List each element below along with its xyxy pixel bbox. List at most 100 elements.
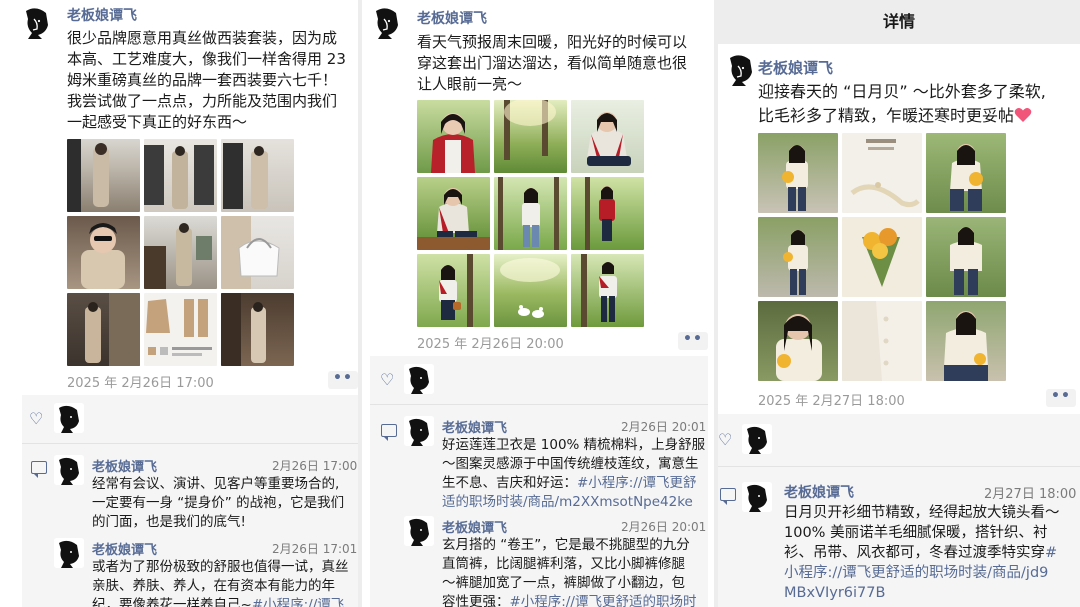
more-dots-icon[interactable]: •• bbox=[1046, 389, 1076, 407]
author-name[interactable]: 老板娘谭飞 bbox=[67, 5, 137, 25]
heart-outline-icon: ♡ bbox=[29, 409, 44, 428]
comment-bubble-icon bbox=[381, 424, 397, 441]
photo[interactable] bbox=[926, 301, 1006, 381]
comment-line: 好运莲莲卫衣是 100% 精梳棉料，上身舒服 bbox=[442, 437, 706, 453]
photo[interactable] bbox=[842, 301, 922, 381]
heart-outline-icon: ♡ bbox=[380, 370, 395, 389]
comment-line: 玄月搭的 “卷王”，它是最不挑腿型的九分 bbox=[442, 537, 690, 553]
more-dots-icon[interactable]: •• bbox=[328, 371, 358, 389]
photo-grid bbox=[417, 100, 644, 327]
comment-line: 直筒裤，比阔腿裤利落，又比小脚裤修腿 bbox=[442, 556, 685, 572]
author-name[interactable]: 老板娘谭飞 bbox=[417, 8, 487, 28]
photo[interactable] bbox=[571, 177, 644, 250]
author-avatar[interactable] bbox=[724, 52, 758, 86]
photo[interactable] bbox=[842, 217, 922, 297]
photo[interactable] bbox=[758, 217, 838, 297]
mini-program-link[interactable]: #小程序://谭飞 bbox=[252, 597, 344, 607]
divider bbox=[370, 404, 708, 405]
right-post: 详情 老板娘谭飞 迎接春天的 “日月贝” ～比外套多了柔软, 比毛衫多了精致，乍… bbox=[718, 0, 1080, 607]
post-timestamp: 2025 年 2月27日 18:00 bbox=[758, 394, 905, 409]
post-text-line: 看天气预报周末回暖，阳光好的时候可以 bbox=[417, 33, 688, 51]
comment-line: 经常有会议、演讲、见客户等重要场合的, bbox=[92, 476, 340, 492]
more-dots-icon[interactable]: •• bbox=[678, 332, 708, 350]
comment-line-text: 生不息、吉庆和好运： bbox=[442, 475, 577, 491]
comment-line: 衫、吊带、风衣都可，冬春过渡季特实穿# bbox=[784, 543, 1080, 563]
commenter-avatar[interactable] bbox=[404, 416, 434, 446]
comment-text: 好运莲莲卫衣是 100% 精梳棉料，上身舒服 ～图案灵感源于中国传统缠枝莲纹，寓… bbox=[442, 436, 708, 512]
post-text-line: 本高、工艺难度大，像我们一样舍得用 23 bbox=[67, 50, 346, 68]
comment-line: 的门面，也是我们的底气! bbox=[92, 514, 246, 530]
comment-time: 2月27日 18:00 bbox=[984, 487, 1077, 502]
comment-author[interactable]: 老板娘谭飞 bbox=[92, 539, 157, 558]
comment-author[interactable]: 老板娘谭飞 bbox=[442, 517, 507, 536]
photo[interactable] bbox=[144, 139, 217, 212]
comment-line: ～裤腿加宽了一点，裤脚做了小翻边，包 bbox=[442, 575, 685, 591]
liker-avatar[interactable] bbox=[54, 403, 84, 433]
pink-heart-icon bbox=[1014, 108, 1032, 122]
mini-program-link[interactable]: # bbox=[1045, 545, 1057, 561]
comment-time: 2月26日 17:00 bbox=[272, 459, 358, 473]
photo[interactable] bbox=[144, 293, 217, 366]
commenter-avatar[interactable] bbox=[742, 482, 772, 512]
photo[interactable] bbox=[758, 301, 838, 381]
comment-time: 2月26日 17:01 bbox=[272, 542, 358, 556]
photo[interactable] bbox=[571, 100, 644, 173]
photo[interactable] bbox=[221, 216, 294, 289]
mini-program-link[interactable]: 小程序://谭飞更舒适的职场时装/商品/jd9 bbox=[784, 563, 1080, 583]
photo[interactable] bbox=[67, 293, 140, 366]
photo[interactable] bbox=[842, 133, 922, 213]
post-text-line: 让人眼前一亮～ bbox=[417, 75, 523, 93]
post-text-line: 很少品牌愿意用真丝做西装套装，因为成 bbox=[67, 29, 338, 47]
commenter-avatar[interactable] bbox=[54, 455, 84, 485]
liker-avatar[interactable] bbox=[742, 424, 772, 454]
comment-line-text: 纪，要像养花一样养自己~ bbox=[92, 597, 252, 607]
photo[interactable] bbox=[417, 100, 490, 173]
photo[interactable] bbox=[494, 100, 567, 173]
post-text-line: 我尝试做了一点点，力所能及范围内我们 bbox=[67, 92, 338, 110]
comment-line: ～图案灵感源于中国传统缠枝莲纹，寓意生 bbox=[442, 456, 699, 472]
comment-line: 亲肤、养肤、养人，在有资本有能力的年 bbox=[92, 578, 335, 594]
mini-program-link[interactable]: #小程序://谭飞更舒适的职场时 bbox=[510, 594, 697, 607]
photo[interactable] bbox=[758, 133, 838, 213]
author-avatar[interactable] bbox=[20, 5, 54, 39]
mini-program-link[interactable]: MBxVIyr6i77B bbox=[784, 583, 1080, 603]
commenter-avatar[interactable] bbox=[404, 516, 434, 546]
liker-avatar[interactable] bbox=[404, 364, 434, 394]
photo[interactable] bbox=[417, 254, 490, 327]
photo[interactable] bbox=[494, 254, 567, 327]
post-text-line: 一起感受下真正的好东西～ bbox=[67, 113, 248, 131]
comment-author[interactable]: 老板娘谭飞 bbox=[442, 417, 507, 436]
photo[interactable] bbox=[67, 139, 140, 212]
post-text: 迎接春天的 “日月贝” ～比外套多了柔软, 比毛衫多了精致，乍暖还寒时更妥帖 bbox=[758, 80, 1076, 128]
comment-bubble-icon bbox=[720, 488, 736, 505]
photo[interactable] bbox=[926, 217, 1006, 297]
heart-outline-icon: ♡ bbox=[718, 430, 733, 449]
comment-time: 2月26日 20:01 bbox=[621, 520, 707, 534]
middle-post: 老板娘谭飞 看天气预报周末回暖，阳光好的时候可以 穿这套出门溜达溜达，看似简单随… bbox=[362, 0, 714, 607]
comment-author[interactable]: 老板娘谭飞 bbox=[92, 456, 157, 475]
moments-screenshot: 老板娘谭飞 很少品牌愿意用真丝做西装套装，因为成 本高、工艺难度大，像我们一样舍… bbox=[0, 0, 1080, 607]
photo[interactable] bbox=[926, 133, 1006, 213]
commenter-avatar[interactable] bbox=[54, 538, 84, 568]
photo[interactable] bbox=[494, 177, 567, 250]
post-text-line: 比毛衫多了精致，乍暖还寒时更妥帖 bbox=[758, 104, 1076, 128]
photo[interactable] bbox=[571, 254, 644, 327]
divider bbox=[718, 466, 1080, 467]
photo[interactable] bbox=[221, 293, 294, 366]
comment-line-text: 衫、吊带、风衣都可，冬春过渡季特实穿 bbox=[784, 545, 1045, 561]
post-text: 看天气预报周末回暖，阳光好的时候可以 穿这套出门溜达溜达，看似简单随意也很 让人… bbox=[417, 32, 709, 95]
photo[interactable] bbox=[417, 177, 490, 250]
photo[interactable] bbox=[144, 216, 217, 289]
comment-author[interactable]: 老板娘谭飞 bbox=[784, 482, 854, 502]
author-avatar[interactable] bbox=[370, 5, 404, 39]
post-text-line: 姆米重磅真丝的品牌一套西装要六七千！ bbox=[67, 71, 338, 89]
post-text: 很少品牌愿意用真丝做西装套装，因为成 本高、工艺难度大，像我们一样舍得用 23 … bbox=[67, 28, 357, 133]
comment-line: 容性更强：#小程序://谭飞更舒适的职场时 bbox=[442, 593, 708, 607]
photo[interactable] bbox=[221, 139, 294, 212]
author-name[interactable]: 老板娘谭飞 bbox=[758, 57, 833, 78]
comment-text: 或者为了那份极致的舒服也值得一试，真丝 亲肤、养肤、养人，在有资本有能力的年 纪… bbox=[92, 558, 356, 607]
mini-program-link[interactable]: 适的职场时装/商品/m2XXmsotNpe42ke bbox=[442, 493, 708, 512]
photo[interactable] bbox=[67, 216, 140, 289]
comment-line-text: 容性更强： bbox=[442, 594, 510, 607]
mini-program-link[interactable]: #小程序://谭飞更舒 bbox=[577, 475, 696, 491]
